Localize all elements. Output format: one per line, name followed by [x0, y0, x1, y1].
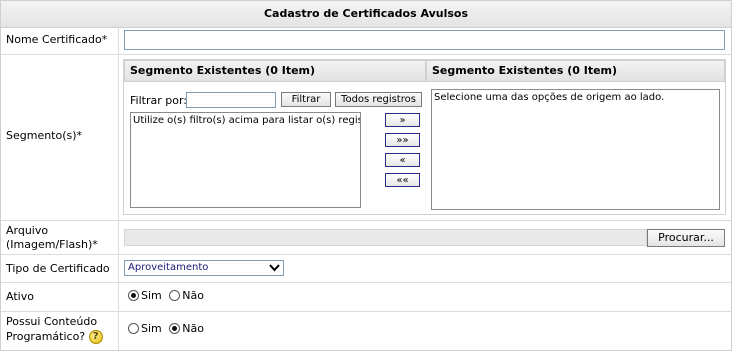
source-list-hint: Utilize o(s) filtro(s) acima para listar…: [133, 115, 361, 126]
source-listbox[interactable]: Utilize o(s) filtro(s) acima para listar…: [130, 112, 361, 208]
possui-nao-radio[interactable]: [169, 322, 181, 334]
browse-button[interactable]: Procurar...: [647, 229, 725, 247]
row-divider: [1, 282, 731, 283]
row-divider: [1, 311, 731, 312]
possui-sim-radio[interactable]: [128, 322, 139, 334]
move-all-right-button[interactable]: »»: [385, 133, 420, 147]
file-path-field[interactable]: [124, 229, 647, 246]
ativo-label: Ativo: [6, 290, 34, 303]
form-title: Cadastro de Certificados Avulsos: [1, 1, 731, 28]
tipo-selected-value: Aproveitamento: [128, 262, 209, 273]
possui-label-text: Programático?: [6, 330, 86, 343]
possui-radio-group: Sim Não: [128, 321, 208, 335]
move-selected-right-button[interactable]: »: [385, 113, 420, 127]
row-divider: [1, 54, 731, 55]
arquivo-label-line1: Arquivo: [6, 224, 49, 237]
row-divider: [1, 254, 731, 255]
source-list-header: Segmento Existentes (0 Item): [124, 60, 426, 82]
filter-button[interactable]: Filtrar: [281, 92, 331, 107]
target-list-header: Segmento Existentes (0 Item): [426, 60, 725, 82]
tipo-label: Tipo de Certificado: [6, 262, 110, 275]
row-divider: [1, 220, 731, 221]
all-records-button[interactable]: Todos registros: [335, 92, 422, 107]
chevron-down-icon: [269, 264, 280, 272]
arquivo-label-line2: (Imagem/Flash)*: [6, 238, 98, 251]
ativo-radio-group: Sim Não: [128, 288, 208, 302]
move-all-left-button[interactable]: ««: [385, 173, 420, 187]
possui-nao-label: Não: [182, 321, 204, 335]
ativo-sim-label: Sim: [141, 288, 162, 302]
tipo-select[interactable]: Aproveitamento: [124, 260, 284, 276]
segmento-picker: Segmento Existentes (0 Item) Segmento Ex…: [123, 59, 726, 215]
nome-certificado-label: Nome Certificado*: [6, 33, 108, 46]
possui-sim-label: Sim: [141, 321, 162, 335]
help-icon[interactable]: ?: [88, 330, 103, 344]
possui-label-line1: Possui Conteúdo: [6, 315, 98, 328]
ativo-nao-label: Não: [182, 288, 204, 302]
segmento-label: Segmento(s)*: [6, 129, 83, 142]
ativo-nao-radio[interactable]: [169, 289, 181, 301]
filter-label: Filtrar por:: [130, 94, 187, 107]
filter-input[interactable]: [186, 92, 276, 108]
ativo-sim-radio[interactable]: [128, 289, 139, 301]
move-selected-left-button[interactable]: «: [385, 153, 420, 167]
target-listbox[interactable]: Selecione uma das opções de origem ao la…: [431, 89, 720, 210]
possui-label-line2: Programático? ?: [6, 330, 103, 344]
column-divider: [118, 27, 119, 350]
certificate-form: Cadastro de Certificados Avulsos Nome Ce…: [0, 0, 732, 351]
nome-certificado-input[interactable]: [124, 30, 725, 50]
target-list-hint: Selecione uma das opções de origem ao la…: [434, 92, 665, 103]
